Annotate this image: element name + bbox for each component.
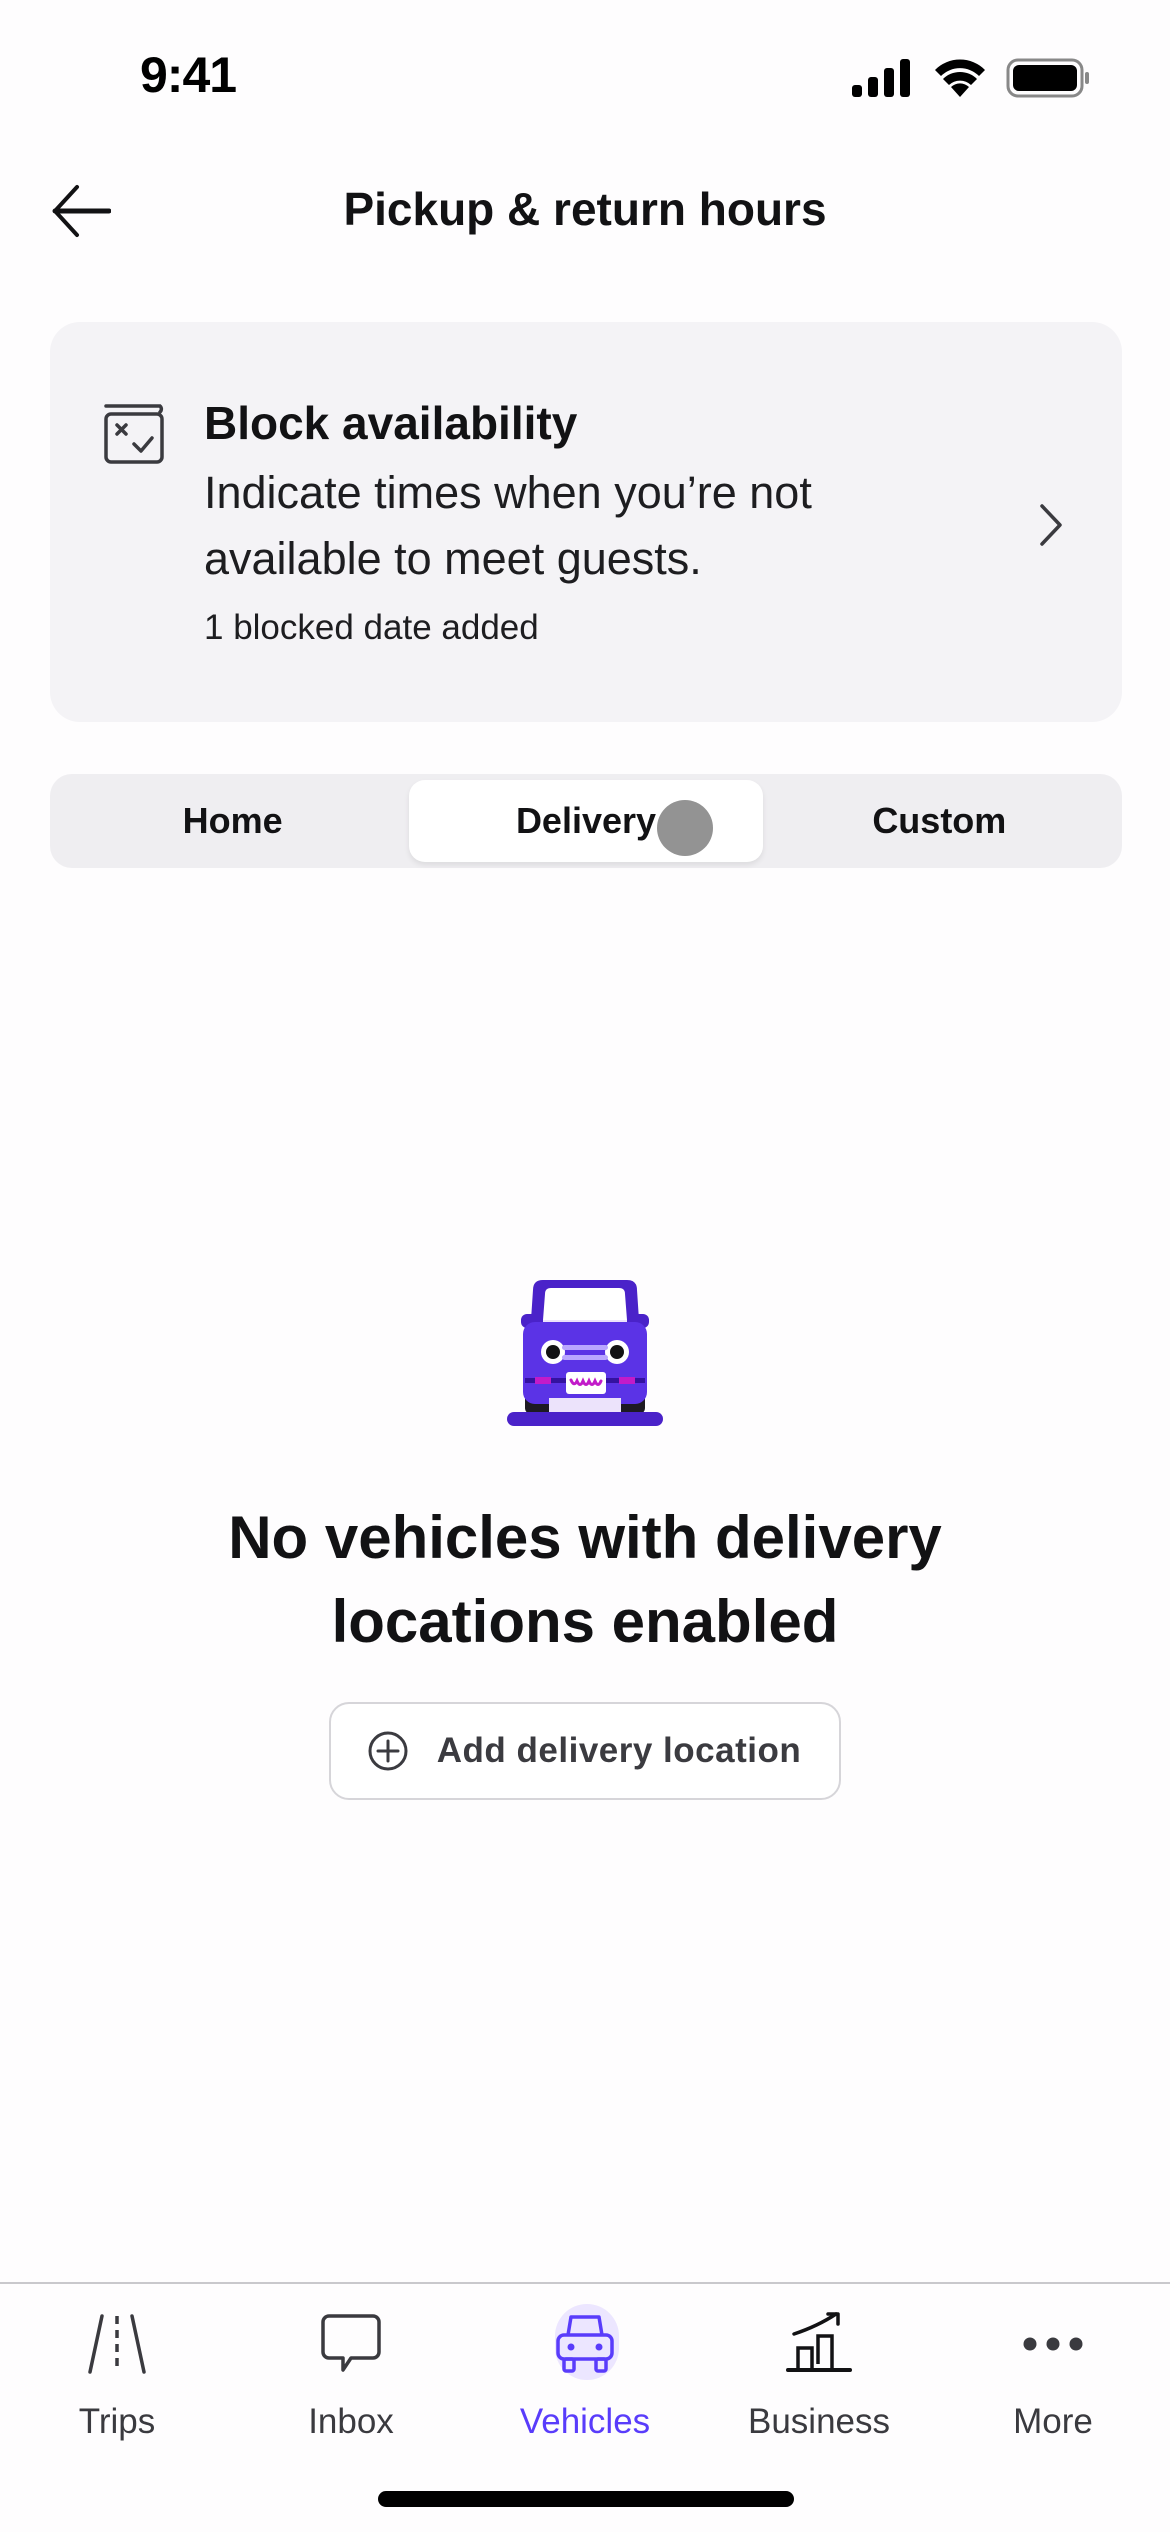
add-delivery-location-button[interactable]: Add delivery location [328,1702,842,1800]
add-delivery-location-label: Add delivery location [436,1731,802,1770]
tab-inbox-label: Inbox [308,2402,394,2441]
touch-indicator [657,800,714,856]
page-title: Pickup & return hours [343,183,827,235]
tab-inbox[interactable]: Inbox [234,2304,468,2454]
nav-header: Pickup & return hours [0,160,1170,260]
tab-trips[interactable]: Trips [0,2304,234,2454]
block-availability-title: Block availability [204,397,578,449]
status-bar: 9:41 [0,0,1170,150]
chart-growth-icon [786,2312,852,2372]
segment-delivery[interactable]: Delivery [409,780,763,862]
status-icons [852,58,1090,98]
tab-more[interactable]: More [936,2304,1170,2454]
segment-home-label: Home [182,800,283,841]
empty-state: No vehicles with delivery locations enab… [0,1260,1170,1800]
battery-icon [1006,58,1089,98]
status-time: 9:41 [140,47,237,103]
tab-vehicles-label: Vehicles [519,2402,651,2441]
empty-state-title: No vehicles with delivery locations enab… [228,1504,942,1655]
block-availability-description: Indicate times when you’re not available… [204,467,812,584]
tab-trips-label: Trips [78,2402,156,2441]
plus-circle-icon [368,1731,408,1771]
car-icon [556,2315,614,2373]
chat-bubble-icon [321,2314,381,2372]
calendar-x-check-icon [104,404,164,464]
block-availability-card[interactable]: Block availability Indicate times when y… [50,322,1122,722]
blocked-dates-count: 1 blocked date added [204,608,539,647]
segment-home[interactable]: Home [56,780,409,862]
tab-business-label: Business [747,2402,891,2441]
segment-delivery-label: Delivery [515,800,657,841]
wifi-icon [935,59,985,97]
car-front-illustration [507,1280,663,1426]
tab-vehicles[interactable]: Vehicles [468,2304,702,2454]
more-dots-icon [1023,2337,1083,2351]
cellular-signal-icon [852,59,910,97]
tab-more-label: More [1013,2402,1093,2441]
road-icon [88,2314,146,2374]
segment-custom-label: Custom [872,800,1007,841]
tab-business[interactable]: Business [702,2304,936,2454]
location-type-segmented-control: Home Delivery Custom [50,774,1122,868]
chevron-right-icon [1040,504,1062,546]
home-indicator[interactable] [378,2491,794,2507]
segment-custom[interactable]: Custom [763,780,1116,862]
